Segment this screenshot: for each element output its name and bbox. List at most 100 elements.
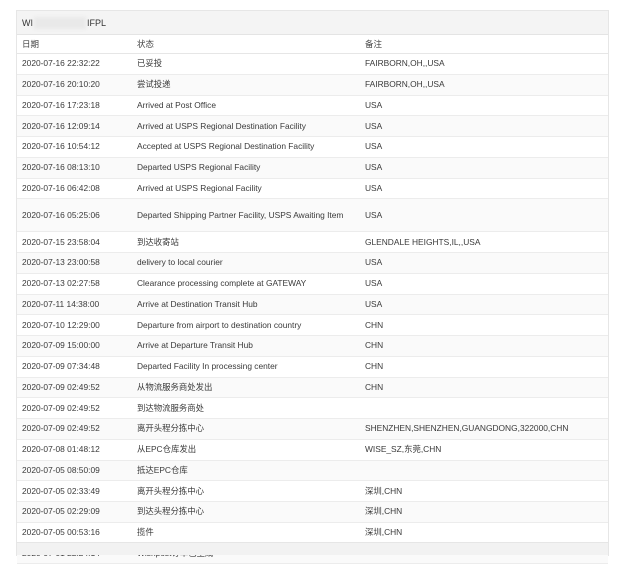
cell-status: delivery to local courier	[132, 252, 360, 274]
cell-remark: USA	[360, 294, 608, 316]
table-row: 2020-07-13 23:00:58 delivery to local cou…	[17, 252, 608, 274]
cell-remark: FAIRBORN,OH,,USA	[360, 74, 608, 96]
table-row: 2020-07-16 10:54:12 Accepted at USPS Regi…	[17, 136, 608, 158]
cell-status: Departed USPS Regional Facility	[132, 157, 360, 179]
cell-remark: 深圳,CHN	[360, 522, 608, 544]
table-row: 2020-07-08 01:48:12 从EPC仓库发出 WISE_SZ,东莞,CH…	[17, 439, 608, 461]
cell-remark: USA	[360, 115, 608, 137]
cell-status: Departed Shipping Partner Facility, USPS…	[132, 198, 360, 233]
cell-remark: GLENDALE HEIGHTS,IL,,USA	[360, 231, 608, 253]
cell-status: 揽件	[132, 522, 360, 544]
tracking-table-body: 2020-07-16 22:32:22 已妥投 FAIRBORN,OH,,USA 20…	[17, 53, 608, 565]
cell-date: 2020-07-09 02:49:52	[17, 418, 132, 440]
cell-remark: USA	[360, 273, 608, 295]
cell-status: 已妥投	[132, 53, 360, 75]
cell-status: 到达物流服务商处	[132, 397, 360, 419]
cell-status: 到达头程分拣中心	[132, 501, 360, 523]
cell-date: 2020-07-16 12:09:14	[17, 115, 132, 137]
redacted-tracking-digits	[34, 16, 86, 29]
cell-date: 2020-07-05 02:29:09	[17, 501, 132, 523]
cell-date: 2020-07-15 23:58:04	[17, 231, 132, 253]
cell-date: 2020-07-08 01:48:12	[17, 439, 132, 461]
table-row: 2020-07-05 08:50:09 抵达EPC仓库	[17, 460, 608, 482]
cell-status: 到达收寄站	[132, 231, 360, 253]
column-header-status: 状态	[132, 35, 360, 54]
cell-date: 2020-07-13 23:00:58	[17, 252, 132, 274]
cell-remark	[360, 397, 608, 419]
cell-status: Departed Facility In processing center	[132, 356, 360, 378]
cell-remark: USA	[360, 252, 608, 274]
cell-remark: USA	[360, 157, 608, 179]
column-header-date: 日期	[17, 35, 132, 54]
cell-status: Arrived at Post Office	[132, 95, 360, 117]
cell-date: 2020-07-13 02:27:58	[17, 273, 132, 295]
cell-date: 2020-07-09 15:00:00	[17, 335, 132, 357]
cell-date: 2020-07-16 20:10:20	[17, 74, 132, 96]
cell-status: Accepted at USPS Regional Destination Fa…	[132, 136, 360, 158]
cell-date: 2020-07-05 08:50:09	[17, 460, 132, 482]
cell-remark: CHN	[360, 335, 608, 357]
table-row: 2020-07-15 23:58:04 到达收寄站 GLENDALE HEIGHTS…	[17, 231, 608, 253]
cell-remark: 深圳,CHN	[360, 480, 608, 502]
cell-status: 尝试投递	[132, 74, 360, 96]
table-row: 2020-07-16 20:10:20 尝试投递 FAIRBORN,OH,,USA	[17, 74, 608, 96]
cell-remark	[360, 460, 608, 482]
cell-date: 2020-07-09 02:49:52	[17, 377, 132, 399]
table-row: 2020-07-09 02:49:52 到达物流服务商处	[17, 397, 608, 419]
table-row: 2020-07-05 02:29:09 到达头程分拣中心 深圳,CHN	[17, 501, 608, 523]
tracking-number-header: WI IFPL	[17, 11, 608, 35]
cell-date: 2020-07-05 00:53:16	[17, 522, 132, 544]
table-row: 2020-07-16 22:32:22 已妥投 FAIRBORN,OH,,USA	[17, 53, 608, 75]
tracking-number-suffix: IFPL	[87, 17, 107, 28]
cell-date: 2020-07-09 07:34:48	[17, 356, 132, 378]
cell-status: 从物流服务商处发出	[132, 377, 360, 399]
table-row: 2020-07-09 15:00:00 Arrive at Departure T…	[17, 335, 608, 357]
cell-status: 离开头程分拣中心	[132, 418, 360, 440]
cell-date: 2020-07-16 08:13:10	[17, 157, 132, 179]
cell-remark: CHN	[360, 314, 608, 336]
cell-remark: USA	[360, 95, 608, 117]
cell-date: 2020-07-09 02:49:52	[17, 397, 132, 419]
cell-remark: USA	[360, 198, 608, 233]
cell-remark: 深圳,CHN	[360, 501, 608, 523]
cell-date: 2020-07-16 17:23:18	[17, 95, 132, 117]
cell-status: Arrive at Destination Transit Hub	[132, 294, 360, 316]
table-row: 2020-07-09 07:34:48 Departed Facility In …	[17, 356, 608, 378]
cell-remark: CHN	[360, 377, 608, 399]
table-row: 2020-07-09 02:49:52 从物流服务商处发出 CHN	[17, 377, 608, 399]
table-row: 2020-07-05 02:33:49 离开头程分拣中心 深圳,CHN	[17, 480, 608, 502]
cell-status: 从EPC仓库发出	[132, 439, 360, 461]
column-header-remark: 备注	[360, 35, 608, 54]
table-row: 2020-07-16 08:13:10 Departed USPS Regiona…	[17, 157, 608, 179]
cell-status: Arrived at USPS Regional Destination Fac…	[132, 115, 360, 137]
table-row: 2020-07-11 14:38:00 Arrive at Destination…	[17, 294, 608, 316]
cell-remark: USA	[360, 178, 608, 200]
tracking-panel: WI IFPL 日期 状态 备注 2020-07-16 22:32:22 已妥投 F…	[16, 10, 609, 565]
cell-date: 2020-07-16 05:25:06	[17, 198, 132, 233]
cell-date: 2020-07-16 06:42:08	[17, 178, 132, 200]
cell-status: Arrived at USPS Regional Facility	[132, 178, 360, 200]
cell-date: 2020-07-10 12:29:00	[17, 314, 132, 336]
table-row: 2020-07-10 12:29:00 Departure from airpor…	[17, 314, 608, 336]
table-row: 2020-07-05 00:53:16 揽件 深圳,CHN	[17, 522, 608, 544]
cell-status: 抵达EPC仓库	[132, 460, 360, 482]
cell-date: 2020-07-16 22:32:22	[17, 53, 132, 75]
cell-status: Departure from airport to destination co…	[132, 314, 360, 336]
table-row: 2020-07-16 12:09:14 Arrived at USPS Regio…	[17, 115, 608, 137]
cell-remark: FAIRBORN,OH,,USA	[360, 53, 608, 75]
table-row: 2020-07-16 17:23:18 Arrived at Post Offic…	[17, 95, 608, 117]
cell-date: 2020-07-16 10:54:12	[17, 136, 132, 158]
cell-remark: CHN	[360, 356, 608, 378]
table-row: 2020-07-09 02:49:52 离开头程分拣中心 SHENZHEN,SHEN…	[17, 418, 608, 440]
cell-date: 2020-07-05 02:33:49	[17, 480, 132, 502]
table-header-row: 日期 状态 备注	[17, 35, 608, 54]
table-row: 2020-07-16 06:42:08 Arrived at USPS Regio…	[17, 178, 608, 200]
horizontal-scrollbar[interactable]	[17, 542, 608, 555]
table-row: 2020-07-16 05:25:06 Departed Shipping Par…	[17, 198, 608, 233]
cell-status: Arrive at Departure Transit Hub	[132, 335, 360, 357]
cell-remark: WISE_SZ,东莞,CHN	[360, 439, 608, 461]
tracking-number-prefix: WI	[22, 17, 33, 28]
cell-status: 离开头程分拣中心	[132, 480, 360, 502]
table-row: 2020-07-13 02:27:58 Clearance processing …	[17, 273, 608, 295]
cell-remark: SHENZHEN,SHENZHEN,GUANGDONG,322000,CHN	[360, 418, 608, 440]
